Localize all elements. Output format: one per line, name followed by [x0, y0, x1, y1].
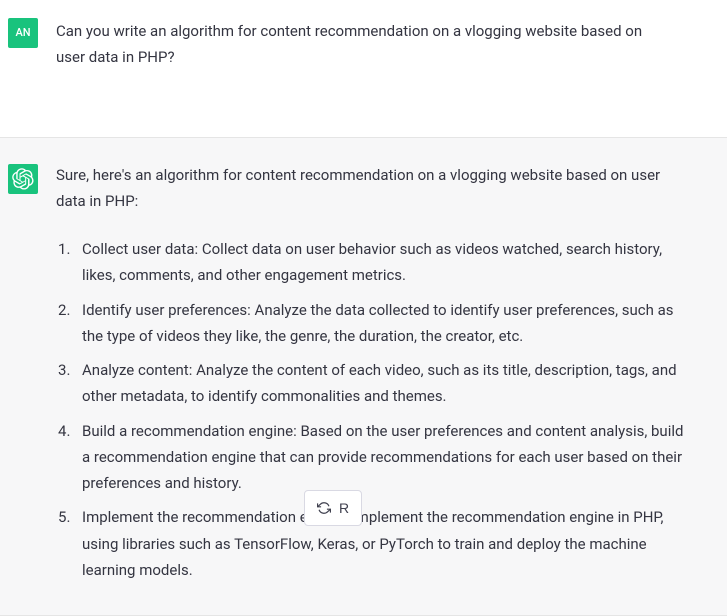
step-text: Identify user preferences: Analyze the d…	[82, 301, 674, 345]
list-item: Analyze content: Analyze the content of …	[56, 357, 684, 410]
user-message: AN Can you write an algorithm for conten…	[0, 0, 727, 95]
assistant-steps-list: Collect user data: Collect data on user …	[56, 236, 684, 583]
step-text: Analyze content: Analyze the content of …	[82, 361, 677, 405]
regenerate-label: R	[339, 500, 349, 516]
user-message-text: Can you write an algorithm for content r…	[56, 22, 642, 66]
openai-logo-icon	[12, 168, 34, 190]
regenerate-button[interactable]: R	[304, 490, 362, 526]
assistant-avatar	[8, 164, 38, 194]
step-text: Collect user data: Collect data on user …	[82, 240, 662, 284]
message-spacer	[0, 95, 727, 137]
user-message-content: Can you write an algorithm for content r…	[56, 16, 696, 71]
refresh-icon	[317, 501, 331, 515]
assistant-message-content: Sure, here's an algorithm for content re…	[56, 162, 696, 592]
step-text: Build a recommendation engine: Based on …	[82, 422, 683, 493]
assistant-message: Sure, here's an algorithm for content re…	[0, 137, 727, 616]
step-text: Implement the recommendation engine: Imp…	[82, 508, 663, 579]
user-avatar-label: AN	[15, 23, 30, 42]
list-item: Identify user preferences: Analyze the d…	[56, 297, 684, 350]
list-item: Collect user data: Collect data on user …	[56, 236, 684, 289]
list-item: Build a recommendation engine: Based on …	[56, 418, 684, 497]
assistant-intro-text: Sure, here's an algorithm for content re…	[56, 162, 684, 215]
user-avatar: AN	[8, 18, 38, 48]
list-item: Implement the recommendation engine: Imp…	[56, 504, 684, 583]
